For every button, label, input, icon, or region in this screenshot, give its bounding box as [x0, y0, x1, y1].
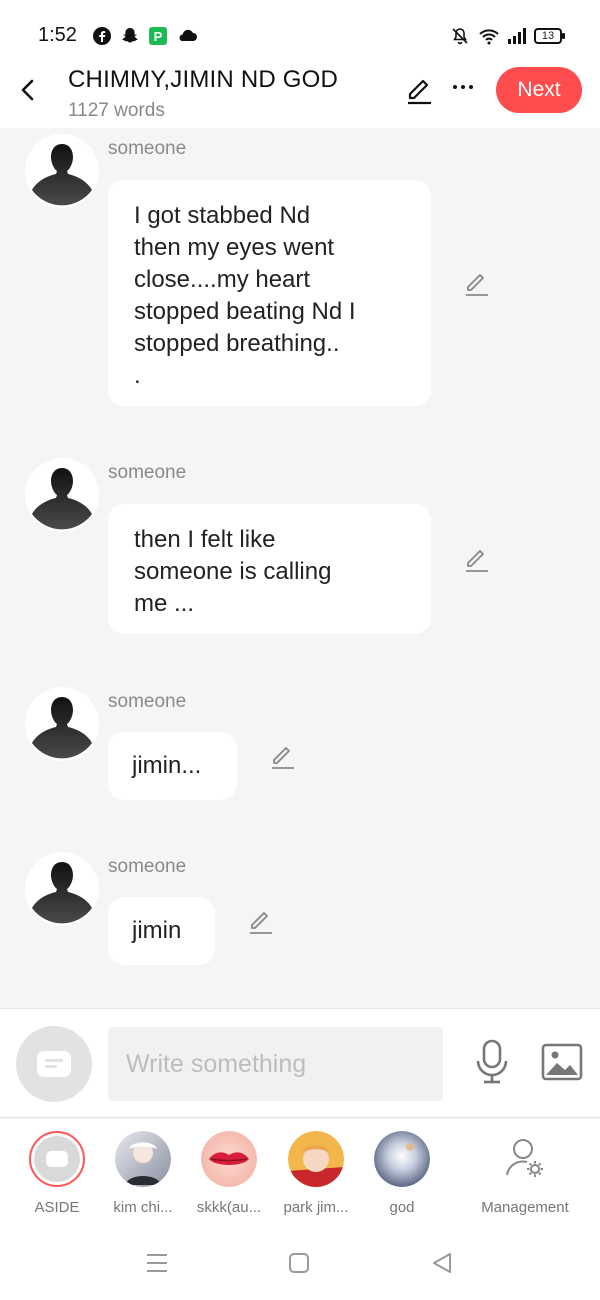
microphone-button[interactable] [474, 1039, 510, 1085]
back-triangle-icon[interactable] [430, 1251, 454, 1275]
avatar[interactable] [25, 134, 99, 208]
edit-message-button[interactable] [462, 270, 492, 300]
next-button[interactable]: Next [496, 67, 582, 113]
menu-icon[interactable] [145, 1252, 169, 1274]
character-label: skkk(au... [196, 1199, 262, 1216]
character-bar: ASIDE kim chi... skkk(au... park jim... … [0, 1119, 600, 1224]
sender-name: someone [108, 462, 187, 483]
aside-toggle-button[interactable] [16, 1026, 92, 1102]
edit-message-button[interactable] [246, 908, 276, 938]
message-bubble[interactable]: I got stabbed Nd then my eyes went close… [108, 180, 431, 406]
silhouette-avatar-icon [25, 687, 99, 761]
story-title[interactable]: CHIMMY,JIMIN ND GOD [68, 66, 338, 94]
app-badge-icon: P [148, 26, 168, 46]
sender-name: someone [108, 138, 187, 159]
aside-avatar [29, 1131, 85, 1187]
status-time: 1:52 [38, 24, 77, 46]
sender-name: someone [108, 856, 187, 877]
more-options-button[interactable] [450, 74, 476, 100]
signal-icon [506, 26, 526, 46]
character-avatar [288, 1131, 344, 1187]
character-avatar [374, 1131, 430, 1187]
system-nav-bar [0, 1224, 600, 1300]
image-upload-button[interactable] [541, 1043, 583, 1081]
message-input[interactable]: Write something [108, 1027, 443, 1101]
management-button[interactable]: Management [475, 1131, 575, 1216]
character-aside[interactable]: ASIDE [7, 1131, 107, 1216]
more-dots-icon [453, 85, 473, 89]
microphone-icon [476, 1039, 508, 1084]
avatar[interactable] [25, 458, 99, 532]
top-area: 1:52 P 13 CHIMMY,JIMIN ND GOD 1127 words… [0, 0, 600, 128]
back-button[interactable] [14, 76, 42, 104]
message-bubble[interactable]: jimin... [108, 732, 237, 800]
pencil-icon [408, 79, 431, 105]
cloud-icon [176, 26, 197, 46]
character-avatar [115, 1131, 171, 1187]
character-item[interactable]: skkk(au... [179, 1131, 279, 1216]
character-label: kim chi... [113, 1199, 173, 1216]
editor-header: CHIMMY,JIMIN ND GOD 1127 words Next [0, 60, 600, 128]
chat-bubble-icon [37, 1051, 71, 1077]
user-settings-icon [506, 1139, 543, 1177]
character-item[interactable]: park jim... [266, 1131, 366, 1216]
home-square-icon[interactable] [288, 1252, 310, 1274]
pencil-icon [466, 274, 488, 296]
pencil-icon [272, 747, 294, 769]
character-item[interactable]: kim chi... [93, 1131, 193, 1216]
character-avatar [497, 1131, 553, 1187]
composer-bar: Write something [0, 1008, 600, 1118]
silhouette-avatar-icon [25, 458, 99, 532]
snapchat-icon [120, 26, 140, 46]
character-item[interactable]: god [352, 1131, 452, 1216]
message-bubble[interactable]: then I felt like someone is calling me .… [108, 504, 431, 634]
avatar[interactable] [25, 852, 99, 926]
status-bar: 1:52 P 13 [0, 0, 600, 64]
silhouette-avatar-icon [25, 852, 99, 926]
sender-name: someone [108, 691, 187, 712]
image-icon [541, 1043, 583, 1081]
svg-text:P: P [154, 29, 163, 44]
character-avatar [201, 1131, 257, 1187]
pencil-icon [466, 550, 488, 572]
edit-message-button[interactable] [268, 743, 298, 773]
avatar[interactable] [25, 687, 99, 761]
status-right-icons: 13 [450, 26, 565, 46]
pencil-icon [250, 912, 272, 934]
silhouette-avatar-icon [25, 134, 99, 208]
bell-muted-icon [450, 26, 470, 46]
word-count: 1127 words [68, 100, 165, 121]
character-label: ASIDE [34, 1199, 80, 1216]
facebook-icon [92, 26, 112, 46]
battery-icon: 13 [534, 28, 565, 44]
character-label: Management [481, 1199, 569, 1216]
character-label: park jim... [283, 1199, 349, 1216]
character-label: god [389, 1199, 415, 1216]
wifi-icon [478, 26, 499, 46]
status-left-icons: P [92, 26, 197, 46]
edit-message-button[interactable] [462, 546, 492, 576]
message-bubble[interactable]: jimin [108, 897, 215, 965]
edit-title-button[interactable] [404, 76, 434, 106]
chevron-left-icon [21, 79, 34, 101]
